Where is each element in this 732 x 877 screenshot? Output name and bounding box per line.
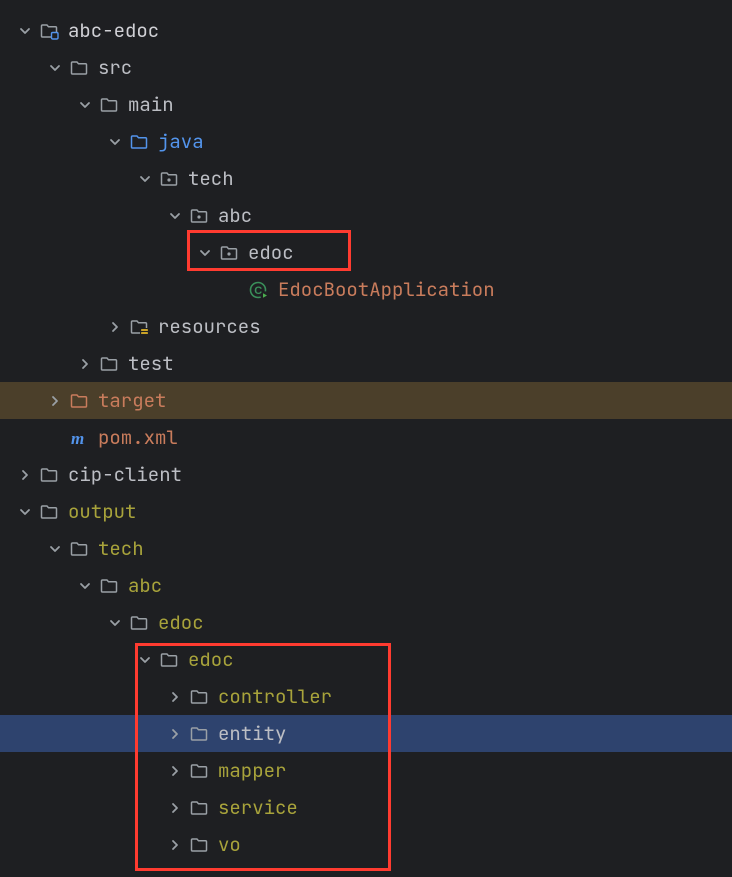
- chevron-down-icon[interactable]: [16, 503, 34, 521]
- tree-item-service[interactable]: service: [0, 789, 732, 826]
- chevron-right-icon[interactable]: [166, 688, 184, 706]
- tree-item-tech[interactable]: tech: [0, 530, 732, 567]
- tree-item-label: mapper: [218, 752, 286, 789]
- tree-item-label: java: [158, 123, 204, 160]
- tree-item-label: edoc: [158, 604, 204, 641]
- tree-item-mapper[interactable]: mapper: [0, 752, 732, 789]
- folder-icon: [38, 501, 60, 523]
- tree-item-edoc[interactable]: edoc: [0, 234, 732, 271]
- tree-item-controller[interactable]: controller: [0, 678, 732, 715]
- tree-item-label: output: [68, 493, 136, 530]
- tree-item-entity[interactable]: entity: [0, 715, 732, 752]
- tree-item-label: vo: [218, 826, 241, 863]
- project-tree: abc-edocsrcmainjavatechabcedocCEdocBootA…: [0, 0, 732, 863]
- tree-item-test[interactable]: test: [0, 345, 732, 382]
- tree-item-label: edoc: [248, 234, 294, 271]
- chevron-right-icon[interactable]: [46, 392, 64, 410]
- folder-src-icon: [128, 131, 150, 153]
- chevron-right-icon[interactable]: [166, 836, 184, 854]
- tree-item-label: EdocBootApplication: [278, 271, 495, 308]
- tree-item-label: pom.xml: [98, 419, 178, 456]
- tree-item-edoc[interactable]: edoc: [0, 604, 732, 641]
- tree-item-label: abc: [128, 567, 162, 604]
- package-icon: [218, 242, 240, 264]
- folder-icon: [128, 612, 150, 634]
- chevron-down-icon[interactable]: [166, 207, 184, 225]
- chevron-down-icon[interactable]: [76, 577, 94, 595]
- tree-item-vo[interactable]: vo: [0, 826, 732, 863]
- chevron-right-icon[interactable]: [106, 318, 124, 336]
- tree-item-label: src: [98, 49, 132, 86]
- tree-item-label: abc-edoc: [68, 12, 159, 49]
- tree-item-abc[interactable]: abc: [0, 567, 732, 604]
- folder-icon: [98, 353, 120, 375]
- folder-res-icon: [128, 316, 150, 338]
- chevron-right-icon[interactable]: [76, 355, 94, 373]
- chevron-down-icon[interactable]: [46, 540, 64, 558]
- tree-item-label: target: [98, 382, 166, 419]
- folder-excl-icon: [68, 390, 90, 412]
- package-icon: [158, 168, 180, 190]
- tree-item-java[interactable]: java: [0, 123, 732, 160]
- folder-icon: [68, 538, 90, 560]
- tree-item-label: entity: [218, 715, 286, 752]
- folder-icon: [188, 760, 210, 782]
- maven-icon: m: [68, 427, 90, 449]
- chevron-down-icon[interactable]: [76, 96, 94, 114]
- tree-item-label: abc: [218, 197, 252, 234]
- folder-icon: [188, 834, 210, 856]
- tree-item-label: test: [128, 345, 174, 382]
- tree-item-pom-xml[interactable]: m pom.xml: [0, 419, 732, 456]
- chevron-down-icon[interactable]: [136, 170, 154, 188]
- chevron-right-icon[interactable]: [166, 762, 184, 780]
- tree-item-label: main: [128, 86, 174, 123]
- tree-item-label: tech: [188, 160, 234, 197]
- chevron-right-icon[interactable]: [166, 725, 184, 743]
- tree-item-label: resources: [158, 308, 261, 345]
- chevron-down-icon[interactable]: [106, 614, 124, 632]
- tree-item-edoc[interactable]: edoc: [0, 641, 732, 678]
- module-icon: [38, 20, 60, 42]
- chevron-down-icon[interactable]: [46, 59, 64, 77]
- chevron-down-icon[interactable]: [16, 22, 34, 40]
- tree-item-edocbootapplication[interactable]: C EdocBootApplication: [0, 271, 732, 308]
- tree-item-label: controller: [218, 678, 332, 715]
- tree-item-target[interactable]: target: [0, 382, 732, 419]
- package-icon: [188, 205, 210, 227]
- tree-item-label: cip-client: [68, 456, 182, 493]
- svg-text:m: m: [71, 429, 84, 448]
- folder-icon: [158, 649, 180, 671]
- chevron-down-icon[interactable]: [106, 133, 124, 151]
- folder-icon: [188, 723, 210, 745]
- chevron-down-icon[interactable]: [196, 244, 214, 262]
- chevron-right-icon[interactable]: [16, 466, 34, 484]
- chevron-right-icon[interactable]: [166, 799, 184, 817]
- folder-icon: [98, 94, 120, 116]
- chevron-down-icon[interactable]: [136, 651, 154, 669]
- folder-icon: [98, 575, 120, 597]
- folder-icon: [188, 797, 210, 819]
- tree-item-abc[interactable]: abc: [0, 197, 732, 234]
- tree-item-label: edoc: [188, 641, 234, 678]
- tree-item-main[interactable]: main: [0, 86, 732, 123]
- tree-item-cip-client[interactable]: cip-client: [0, 456, 732, 493]
- class-icon: C: [248, 279, 270, 301]
- tree-item-src[interactable]: src: [0, 49, 732, 86]
- folder-icon: [68, 57, 90, 79]
- tree-item-tech[interactable]: tech: [0, 160, 732, 197]
- folder-icon: [188, 686, 210, 708]
- tree-item-resources[interactable]: resources: [0, 308, 732, 345]
- tree-item-abc-edoc[interactable]: abc-edoc: [0, 12, 732, 49]
- folder-icon: [38, 464, 60, 486]
- tree-item-label: service: [218, 789, 298, 826]
- tree-item-output[interactable]: output: [0, 493, 732, 530]
- tree-item-label: tech: [98, 530, 144, 567]
